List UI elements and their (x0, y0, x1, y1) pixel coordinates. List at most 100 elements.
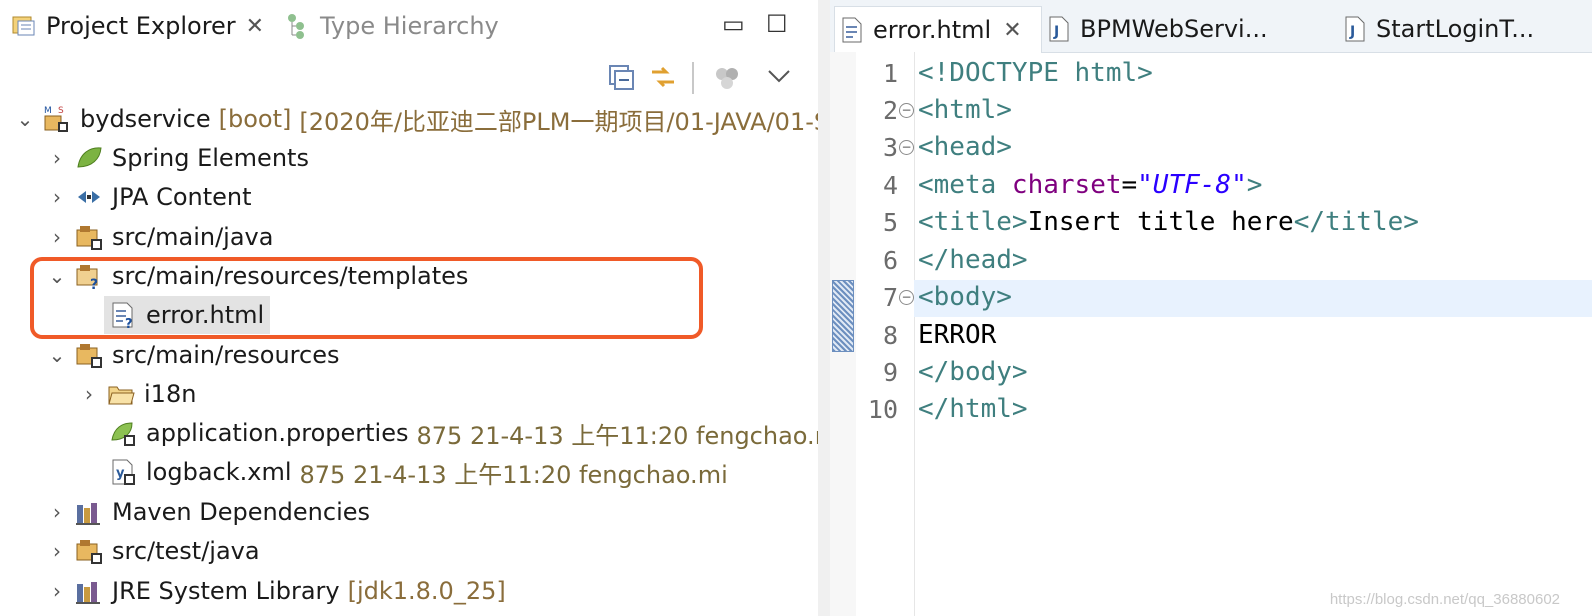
line-number: 1 (882, 59, 898, 88)
tree-item-application-properties[interactable]: application.properties 875 21-4-13 上午11:… (104, 414, 818, 452)
left-tab-bar: Project Explorer ✕ Type Hierarchy ▭ ☐ (0, 0, 818, 52)
editor-tab-label: error.html (873, 16, 992, 44)
editor-pane: error.html ✕ J BPMWebServi... J StartLog… (830, 0, 1592, 616)
library-icon (74, 576, 104, 606)
collapse-all-icon[interactable] (606, 62, 636, 92)
collapsed-arrow-icon[interactable]: › (46, 579, 68, 603)
tree-root-tag: [boot] (218, 105, 292, 133)
code-token: </head> (918, 245, 1028, 275)
collapsed-arrow-icon[interactable]: › (46, 146, 68, 170)
code-token: <head> (918, 132, 1012, 162)
tree-item-label: JRE System Library (112, 577, 340, 605)
editor-tab-bpmwebservice[interactable]: J BPMWebServi... (1042, 6, 1268, 52)
collapsed-arrow-icon[interactable]: › (46, 225, 68, 249)
code-token: <title> (918, 207, 1028, 237)
package-folder-icon (74, 536, 104, 566)
tree-item-label: src/main/java (112, 223, 274, 251)
fold-collapse-icon[interactable]: − (899, 140, 914, 155)
tree-item-jre-system-library[interactable]: › JRE System Library [jdk1.8.0_25] (46, 572, 506, 610)
expanded-arrow-icon[interactable]: ⌄ (14, 107, 36, 131)
project-explorer-icon (10, 12, 38, 40)
tree-item-src-main-resources[interactable]: ⌄ src/main/resources (46, 336, 340, 374)
maven-project-icon: M S (42, 104, 72, 134)
xml-file-icon: y (108, 457, 138, 487)
project-explorer-pane: Project Explorer ✕ Type Hierarchy ▭ ☐ ⌄ … (0, 0, 818, 616)
toolbar-divider (692, 62, 694, 94)
tree-item-label: application.properties (146, 419, 409, 447)
code-line: </head> (918, 242, 1028, 279)
tree-item-label: src/test/java (112, 537, 260, 565)
line-number: 9 (882, 358, 898, 387)
highlight-annotation-box (30, 257, 703, 339)
tree-item-jpa-content[interactable]: › JPA Content (46, 178, 252, 216)
fold-collapse-icon[interactable]: − (899, 103, 914, 118)
code-token: charset (1011, 170, 1122, 200)
code-line: <meta charset="UTF-8"> (918, 167, 1262, 204)
code-line: <!DOCTYPE html> (918, 55, 1153, 92)
editor-tab-label: BPMWebServi... (1080, 15, 1268, 43)
code-token: </body> (918, 357, 1028, 387)
code-line: <body> (918, 279, 1012, 316)
properties-file-icon (108, 418, 138, 448)
maximize-icon[interactable]: ☐ (766, 10, 788, 38)
tree-root-bydservice[interactable]: ⌄ M S bydservice [boot] [2020年/比亚迪二部PLM一… (14, 100, 818, 138)
tree-item-logback-xml[interactable]: y logback.xml 875 21-4-13 上午11:20 fengch… (104, 453, 728, 491)
tree-item-label: logback.xml (146, 458, 292, 486)
overview-ruler[interactable] (830, 52, 856, 616)
tab-type-hierarchy[interactable]: Type Hierarchy (284, 0, 499, 52)
tab-project-explorer-label: Project Explorer (46, 12, 236, 40)
collapsed-arrow-icon[interactable]: › (46, 539, 68, 563)
code-token: </title> (1293, 207, 1419, 237)
code-line: ERROR (918, 317, 996, 354)
code-token: <body> (918, 282, 1012, 312)
code-line: <html> (918, 92, 1012, 129)
fold-collapse-icon[interactable]: − (899, 290, 914, 305)
line-number-gutter: 1 2 − 3 − 4 5 6 7 − 8 9 10 (856, 52, 915, 616)
java-file-icon: J (1344, 16, 1366, 42)
explorer-toolbar (0, 52, 818, 102)
svg-text:y: y (116, 466, 125, 481)
package-folder-icon (74, 222, 104, 252)
java-file-icon: J (1048, 16, 1070, 42)
collapsed-arrow-icon[interactable]: › (78, 382, 100, 406)
view-menu-icon[interactable] (764, 62, 794, 92)
editor-tab-error-html[interactable]: error.html ✕ (834, 6, 1042, 53)
package-folder-icon (74, 340, 104, 370)
tree-item-label: JPA Content (112, 183, 252, 211)
editor-tab-label: StartLoginT... (1376, 15, 1535, 43)
code-line: <title>Insert title here</title> (918, 204, 1419, 241)
tree-item-maven-dependencies[interactable]: › Maven Dependencies (46, 493, 370, 531)
tree-root-name: bydservice (80, 105, 211, 133)
code-area[interactable]: <!DOCTYPE html> <html> <head> <meta charset… (914, 52, 1592, 616)
folder-icon (106, 379, 136, 409)
tree-item-i18n[interactable]: › i18n (78, 375, 196, 413)
collapsed-arrow-icon[interactable]: › (46, 500, 68, 524)
minimize-icon[interactable]: ▭ (722, 10, 745, 38)
close-icon[interactable]: ✕ (246, 14, 264, 39)
collapsed-arrow-icon[interactable]: › (46, 185, 68, 209)
code-token: "UTF-8" (1137, 170, 1247, 200)
close-icon[interactable]: ✕ (1003, 18, 1021, 43)
tree-item-src-test-java[interactable]: › src/test/java (46, 532, 260, 570)
tree-item-label: i18n (144, 380, 197, 408)
tree-item-src-main-java[interactable]: › src/main/java (46, 218, 273, 256)
ruler-change-marker (832, 280, 854, 352)
tree-item-spring-elements[interactable]: › Spring Elements (46, 139, 309, 177)
current-line-highlight (914, 280, 1592, 317)
editor-tab-startlogin[interactable]: J StartLoginT... (1338, 6, 1534, 52)
tree-item-label: src/main/resources (112, 341, 340, 369)
tree-item-meta: 875 21-4-13 上午11:20 fengchao.mi (299, 460, 728, 489)
expanded-arrow-icon[interactable]: ⌄ (46, 343, 68, 367)
tree-item-meta: 875 21-4-13 上午11:20 fengchao.m (416, 421, 819, 450)
line-number: 7 (882, 283, 898, 312)
filters-icon[interactable] (712, 62, 742, 92)
code-editor[interactable]: 1 2 − 3 − 4 5 6 7 − 8 9 10 <!DOCTYPE htm… (830, 52, 1592, 616)
tree-root-path: [2020年/比亚迪二部PLM一期项目/01-JAVA/01-S (299, 107, 818, 136)
code-token: <!DOCTYPE html> (918, 58, 1153, 88)
pane-splitter[interactable] (818, 0, 830, 616)
line-number: 10 (867, 395, 898, 424)
tab-project-explorer[interactable]: Project Explorer ✕ (6, 0, 280, 52)
link-with-editor-icon[interactable] (648, 62, 678, 92)
code-token: ERROR (918, 320, 997, 350)
code-token: <html> (918, 95, 1012, 125)
